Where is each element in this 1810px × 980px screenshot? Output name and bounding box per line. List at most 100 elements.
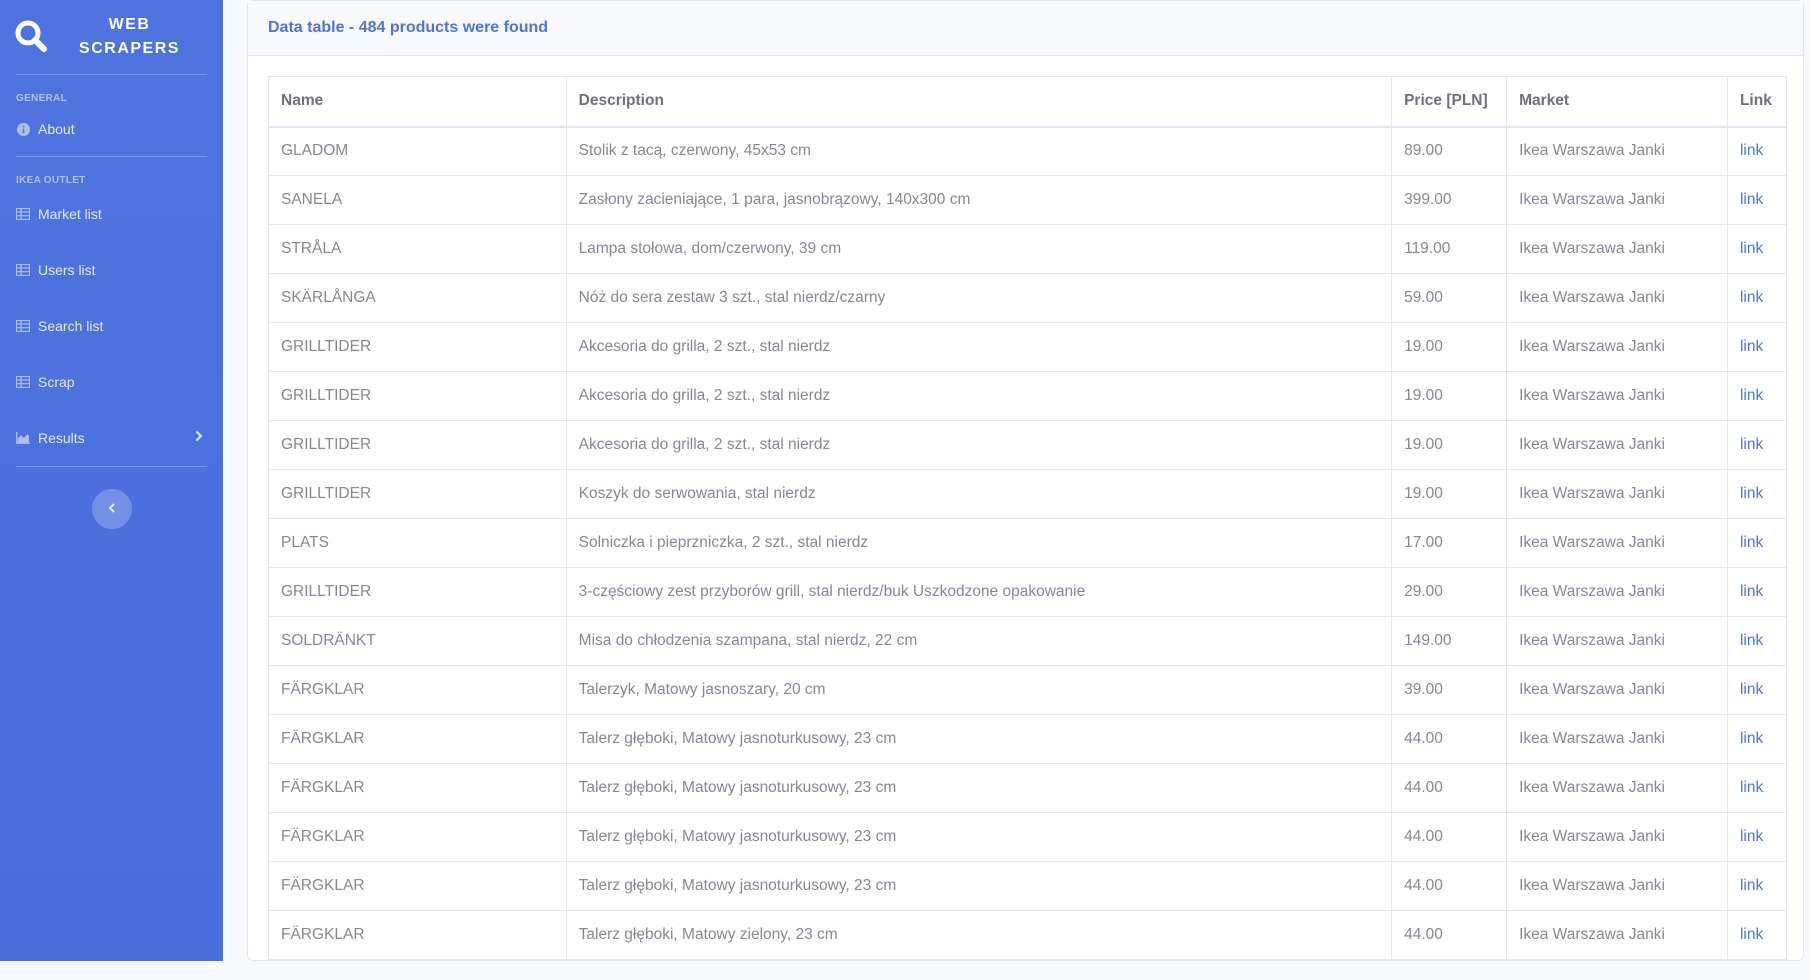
product-description-cell: Akcesoria do grilla, 2 szt., stal nierdz (565, 371, 1393, 421)
sidebar-item-label: Results (38, 430, 85, 446)
product-description-cell: Talerzyk, Matowy jasnoszary, 20 cm (565, 665, 1393, 715)
sidebar-item-results[interactable]: Results (0, 410, 223, 466)
product-description-cell: Talerz głęboki, Matowy jasnoturkusowy, 2… (565, 714, 1393, 764)
table-row: FÄRGKLAR Talerzyk, Matowy jasnoszary, 20 … (268, 665, 1788, 715)
product-market-cell: Ikea Warszawa Janki (1506, 812, 1728, 862)
product-link[interactable]: link (1740, 730, 1763, 747)
column-header-price[interactable]: Price [PLN] (1391, 76, 1508, 128)
table-row: FÄRGKLAR Talerz głęboki, Matowy jasnoturk… (268, 812, 1788, 862)
product-market-cell: Ikea Warszawa Janki (1506, 371, 1728, 421)
product-link[interactable]: link (1740, 436, 1763, 453)
table-row: FÄRGKLAR Talerz głęboki, Matowy zielony, … (268, 910, 1788, 960)
chevron-left-icon (108, 501, 116, 517)
sidebar-heading-ikea-outlet: IKEA OUTLET (16, 175, 86, 186)
card-header: Data table - 484 products were found (248, 1, 1803, 56)
product-link[interactable]: link (1740, 387, 1763, 404)
sidebar-item-scrap[interactable]: Scrap (0, 354, 223, 410)
product-link[interactable]: link (1740, 828, 1763, 845)
sidebar-item-label: About (38, 121, 75, 137)
product-link-cell: link (1726, 616, 1788, 666)
product-link-cell: link (1726, 812, 1788, 862)
search-icon (12, 16, 54, 58)
product-description-cell: Nóż do sera zestaw 3 szt., stal nierdz/c… (565, 273, 1393, 323)
product-link[interactable]: link (1740, 926, 1763, 943)
product-link[interactable]: link (1740, 877, 1763, 894)
product-link[interactable]: link (1740, 289, 1763, 306)
product-link[interactable]: link (1740, 142, 1763, 159)
product-market-cell: Ikea Warszawa Janki (1506, 616, 1728, 666)
table-row: SOLDRÄNKT Misa do chłodzenia szampana, st… (268, 616, 1788, 666)
product-link[interactable]: link (1740, 583, 1763, 600)
product-description-cell: Talerz głęboki, Matowy jasnoturkusowy, 2… (565, 861, 1393, 911)
sidebar-item-about[interactable]: About (0, 104, 223, 154)
product-description-cell: Talerz głęboki, Matowy jasnoturkusowy, 2… (565, 812, 1393, 862)
table-icon (16, 207, 30, 221)
product-description-cell: Akcesoria do grilla, 2 szt., stal nierdz (565, 322, 1393, 372)
product-price-cell: 19.00 (1391, 469, 1508, 519)
sidebar-item-search-list[interactable]: Search list (0, 298, 223, 354)
product-description-cell: Stolik z tacą, czerwony, 45x53 cm (565, 126, 1393, 176)
column-header-description[interactable]: Description (565, 76, 1393, 128)
product-name-cell: STRÅLA (268, 224, 567, 274)
product-name-cell: FÄRGKLAR (268, 812, 567, 862)
product-link-cell: link (1726, 420, 1788, 470)
product-link[interactable]: link (1740, 534, 1763, 551)
product-name-cell: GRILLTIDER (268, 420, 567, 470)
product-price-cell: 44.00 (1391, 910, 1508, 960)
product-price-cell: 44.00 (1391, 861, 1508, 911)
product-market-cell: Ikea Warszawa Janki (1506, 469, 1728, 519)
product-link-cell: link (1726, 714, 1788, 764)
product-price-cell: 399.00 (1391, 175, 1508, 225)
product-link[interactable]: link (1740, 632, 1763, 649)
product-link[interactable]: link (1740, 485, 1763, 502)
product-name-cell: SKÄRLÅNGA (268, 273, 567, 323)
product-market-cell: Ikea Warszawa Janki (1506, 714, 1728, 764)
product-name-cell: FÄRGKLAR (268, 910, 567, 960)
product-description-cell: Talerz głęboki, Matowy jasnoturkusowy, 2… (565, 763, 1393, 813)
product-market-cell: Ikea Warszawa Janki (1506, 665, 1728, 715)
brand[interactable]: WEB SCRAPERS (0, 0, 223, 74)
table-icon (16, 375, 30, 389)
table-row: SKÄRLÅNGA Nóż do sera zestaw 3 szt., stal… (268, 273, 1788, 323)
column-header-name[interactable]: Name (268, 76, 567, 128)
product-market-cell: Ikea Warszawa Janki (1506, 322, 1728, 372)
products-table: Name Description Price [PLN] Market Link… (268, 76, 1788, 960)
table-row: GRILLTIDER Koszyk do serwowania, stal nie… (268, 469, 1788, 519)
product-market-cell: Ikea Warszawa Janki (1506, 567, 1728, 617)
sidebar-toggle-button[interactable] (91, 489, 132, 529)
product-link-cell: link (1726, 322, 1788, 372)
product-price-cell: 17.00 (1391, 518, 1508, 568)
table-icon (16, 319, 30, 333)
sidebar-item-label: Users list (38, 262, 96, 278)
product-link[interactable]: link (1740, 779, 1763, 796)
product-link[interactable]: link (1740, 338, 1763, 355)
info-circle-icon (16, 122, 30, 136)
table-row: GRILLTIDER Akcesoria do grilla, 2 szt., s… (268, 371, 1788, 421)
product-description-cell: Zasłony zacieniające, 1 para, jasnobrązo… (565, 175, 1393, 225)
product-description-cell: Misa do chłodzenia szampana, stal nierdz… (565, 616, 1393, 666)
product-market-cell: Ikea Warszawa Janki (1506, 273, 1728, 323)
product-link-cell: link (1726, 126, 1788, 176)
sidebar-item-market-list[interactable]: Market list (0, 186, 223, 242)
product-link-cell: link (1726, 469, 1788, 519)
product-name-cell: FÄRGKLAR (268, 861, 567, 911)
column-header-link[interactable]: Link (1726, 76, 1788, 128)
product-description-cell: Talerz głęboki, Matowy zielony, 23 cm (565, 910, 1393, 960)
table-body: GLADOM Stolik z tacą, czerwony, 45x53 cm 8… (268, 126, 1788, 960)
product-name-cell: FÄRGKLAR (268, 763, 567, 813)
product-market-cell: Ikea Warszawa Janki (1506, 518, 1728, 568)
product-price-cell: 89.00 (1391, 126, 1508, 176)
table-row: FÄRGKLAR Talerz głęboki, Matowy jasnoturk… (268, 861, 1788, 911)
product-link[interactable]: link (1740, 191, 1763, 208)
column-header-market[interactable]: Market (1506, 76, 1728, 128)
product-name-cell: GRILLTIDER (268, 371, 567, 421)
sidebar-toggle-wrap (0, 489, 223, 529)
table-row: GRILLTIDER Akcesoria do grilla, 2 szt., s… (268, 322, 1788, 372)
product-link-cell: link (1726, 567, 1788, 617)
sidebar-item-users-list[interactable]: Users list (0, 242, 223, 298)
product-link[interactable]: link (1740, 240, 1763, 257)
product-link[interactable]: link (1740, 681, 1763, 698)
main-content: Data table - 484 products were found Nam… (223, 0, 1810, 961)
product-description-cell: Akcesoria do grilla, 2 szt., stal nierdz (565, 420, 1393, 470)
product-name-cell: SOLDRÄNKT (268, 616, 567, 666)
